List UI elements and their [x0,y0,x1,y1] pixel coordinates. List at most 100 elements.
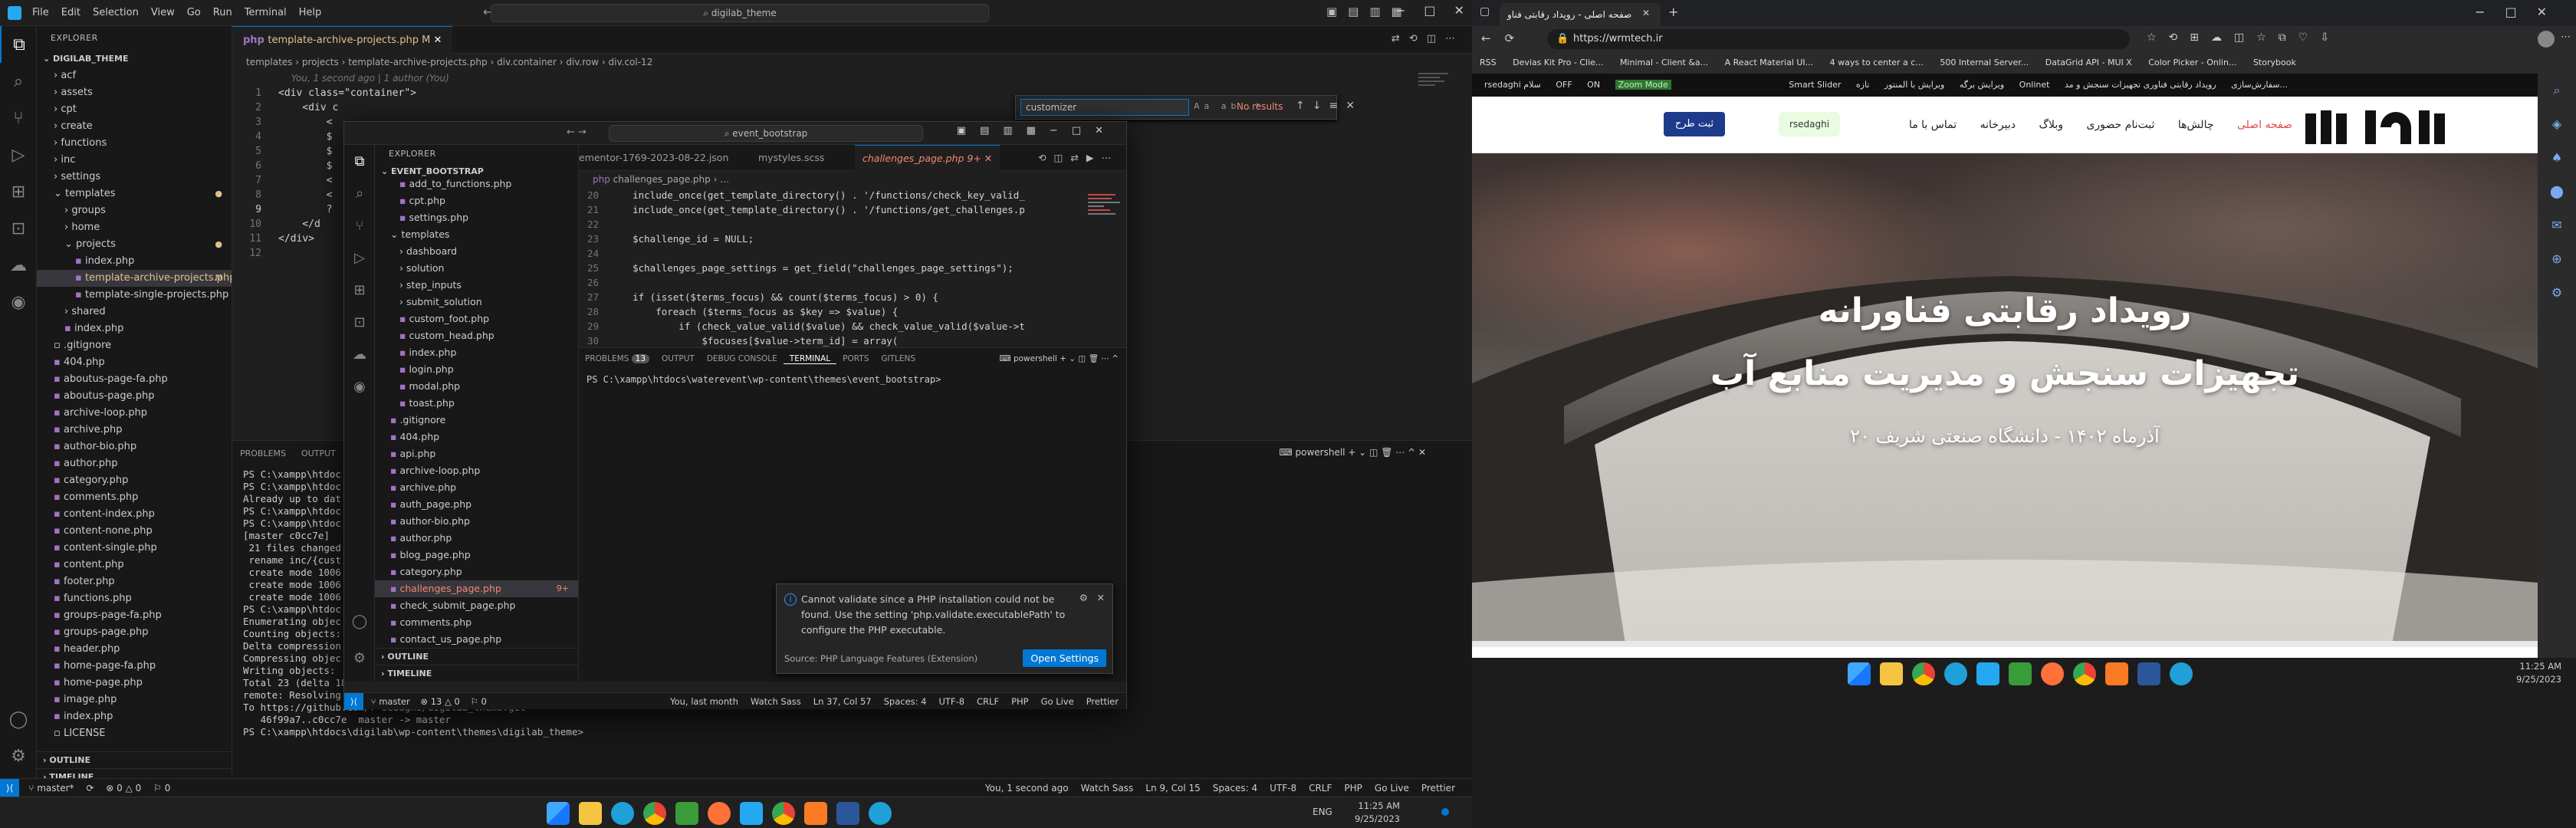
settings-gear-icon[interactable]: ⚙ [0,738,37,774]
vs2-tree-item[interactable]: ▪ comments.php [375,614,578,631]
tab-template-archive-projects[interactable]: php template-archive-projects.php M ✕ [232,26,453,54]
vscode-taskbar-icon[interactable] [1976,662,1999,685]
breadcrumb-item[interactable]: template-archive-projects.php [348,57,487,67]
tree-item[interactable]: › assets [37,84,232,101]
tree-item[interactable]: › groups [37,202,232,219]
tree-item[interactable]: ▪ content.php [37,557,232,573]
tab-actions-icon[interactable]: ▢ [1480,5,1490,18]
open-settings-button[interactable]: Open Settings [1023,649,1106,667]
status-item[interactable]: Go Live [1041,696,1074,707]
extensions-icon[interactable]: ⊞ [0,173,37,210]
vs2-tree-item[interactable]: ▪ archive.php [375,479,578,496]
vs2-tree-item[interactable]: ▪ toast.php [375,395,578,412]
menu-go[interactable]: Go [181,0,207,26]
app-green-icon[interactable] [675,802,698,825]
tree-item[interactable]: › inc [37,152,232,169]
code-line[interactable]: 25 $challenges_page_settings = get_field… [579,261,1085,275]
breadcrumb-item[interactable]: div.row [566,57,599,67]
vscode-taskbar-icon[interactable] [740,802,763,825]
status-item[interactable]: Go Live [1375,783,1409,794]
bookmark-colorpicker[interactable]: Color Picker - Onlin... [2148,58,2236,67]
tree-item[interactable]: › home [37,219,232,236]
tree-item[interactable]: › acf [37,67,232,84]
ports-count[interactable]: 0 [165,783,171,794]
chrome-icon[interactable] [1912,662,1935,685]
tree-item[interactable]: ▪ index.php [37,708,232,725]
remote-explorer-icon[interactable]: ⊡ [344,306,375,338]
admin-customize[interactable]: سفارش‌سازی [2231,80,2279,90]
nav-register[interactable]: ثبت‌نام حضوری [2086,119,2154,131]
sidebar-icons[interactable]: ⌕ ◈ ♠ ⬤ ✉ ⊕ ⚙ [2538,74,2576,310]
user-chip[interactable]: rsedaghi [1779,112,1840,136]
vs2-tree-item[interactable]: › solution [375,260,578,277]
status-item[interactable]: CRLF [977,696,999,707]
git-branch[interactable]: master* [37,783,74,794]
gitlens-icon[interactable]: ◉ [0,284,37,320]
code-line[interactable]: 29 if (check_value_valid($value) && chec… [579,319,1085,334]
vs2-tree-item[interactable]: ▪ auth_page.php [375,496,578,513]
chrome-profile-icon[interactable] [2073,662,2096,685]
submit-idea-button[interactable]: ثبت طرح [1664,112,1725,136]
vs2-code-lines[interactable]: 20 include_once(get_template_directory()… [579,188,1085,347]
vs2-tree-item[interactable]: ▪ custom_head.php [375,327,578,344]
status-item[interactable]: Spaces: 4 [884,696,927,707]
vs2-tree-item[interactable]: ▪ author.php [375,530,578,547]
tab-json[interactable]: ementor-1769-2023-08-22.json [579,145,728,171]
tree-item[interactable]: › settings [37,169,232,186]
edge-icon[interactable] [1944,662,1967,685]
menu-help[interactable]: Help [293,0,328,26]
tab-mystyles[interactable]: mystyles.scss [758,145,824,171]
tree-item[interactable]: ▪ template-archive-projects.php M [37,270,232,287]
close-tab-icon[interactable]: ✕ [1642,8,1650,18]
bookmark-storybook[interactable]: Storybook [2253,58,2296,67]
status-item[interactable]: UTF-8 [1270,783,1296,794]
vs2-tree-item[interactable]: ▪ 404.php [375,429,578,445]
admin-zoom-mode[interactable]: Zoom Mode [1615,80,1671,90]
breadcrumb-item[interactable]: templates [246,57,292,67]
remote-explorer-icon[interactable]: ⊡ [0,210,37,247]
tab-debug-console[interactable]: DEBUG CONSOLE [701,354,784,363]
bookmark-devias[interactable]: Devias Kit Pro - Clie... [1513,58,1603,67]
vs2-minimap[interactable] [1085,188,1125,347]
code-line[interactable]: 30 $focuses[$value->term_id] = array( [579,334,1085,347]
docker-icon[interactable]: ☁ [0,247,37,284]
clock[interactable]: 11:25 AM 9/25/2023 [1349,800,1400,826]
vs2-tree-item[interactable]: ▪ modal.php [375,378,578,395]
tree-item[interactable]: ▪ category.php [37,472,232,489]
code-line[interactable]: 28 foreach ($terms_focus as $key => $val… [579,304,1085,319]
tree-item[interactable]: ▪ author.php [37,455,232,472]
vs2-timeline-section[interactable]: › TIMELINE [375,665,578,682]
status-item[interactable]: Prettier [1421,783,1455,794]
window-controls[interactable]: −□✕ [1395,3,1472,18]
vs2-tree-item[interactable]: ▪ challenges_page.php 9+ [375,580,578,597]
edge-dev-icon[interactable] [869,802,892,825]
nav-secretariat[interactable]: دبیرخانه [1980,119,2016,131]
word-icon[interactable] [836,802,859,825]
tree-item[interactable]: ▪ index.php [37,253,232,270]
code-line[interactable]: 24 [579,246,1085,261]
notification-icon[interactable] [1441,808,1449,816]
admin-smart-slider[interactable]: Smart Slider [1789,80,1841,90]
terminal-selector[interactable]: ⌨ powershell + ⌄ ◫ 🗑 ⋯ ^ ✕ [1279,447,1426,458]
clock[interactable]: 11:25 AM 9/25/2023 [2511,660,2561,686]
settings-gear-icon[interactable]: ⚙ [344,642,375,674]
firefox-icon[interactable] [2041,662,2064,685]
vs2-tree-item[interactable]: ▪ login.php [375,361,578,378]
vs2-window-controls[interactable]: ▣▤▥▦−□✕ [957,125,1117,136]
tree-item[interactable]: › cpt [37,101,232,118]
tab-problems[interactable]: PROBLEMS [232,441,294,467]
menu-icon[interactable]: ⋯ [2561,31,2571,43]
vs2-tree-item[interactable]: ▪ archive-loop.php [375,462,578,479]
app-green-icon[interactable] [2009,662,2032,685]
bookmark-react-mui[interactable]: A React Material UI... [1725,58,1814,67]
editor-actions[interactable]: ⇄⟲◫⋯ [1392,33,1464,44]
admin-edit-page[interactable]: ویرایش برگه [1960,80,2004,90]
horizontal-scrollbar[interactable] [1472,641,2538,647]
minimap[interactable] [1418,71,1461,117]
vs2-outline-section[interactable]: › OUTLINE [375,648,578,665]
gitlens-icon[interactable]: ◉ [344,370,375,402]
tree-item[interactable]: ▪ home-page-fa.php [37,658,232,675]
status-item[interactable]: Ln 9, Col 15 [1145,783,1201,794]
tree-item[interactable]: ▪ archive.php [37,422,232,439]
source-control-icon[interactable]: ⑂ [344,209,375,242]
